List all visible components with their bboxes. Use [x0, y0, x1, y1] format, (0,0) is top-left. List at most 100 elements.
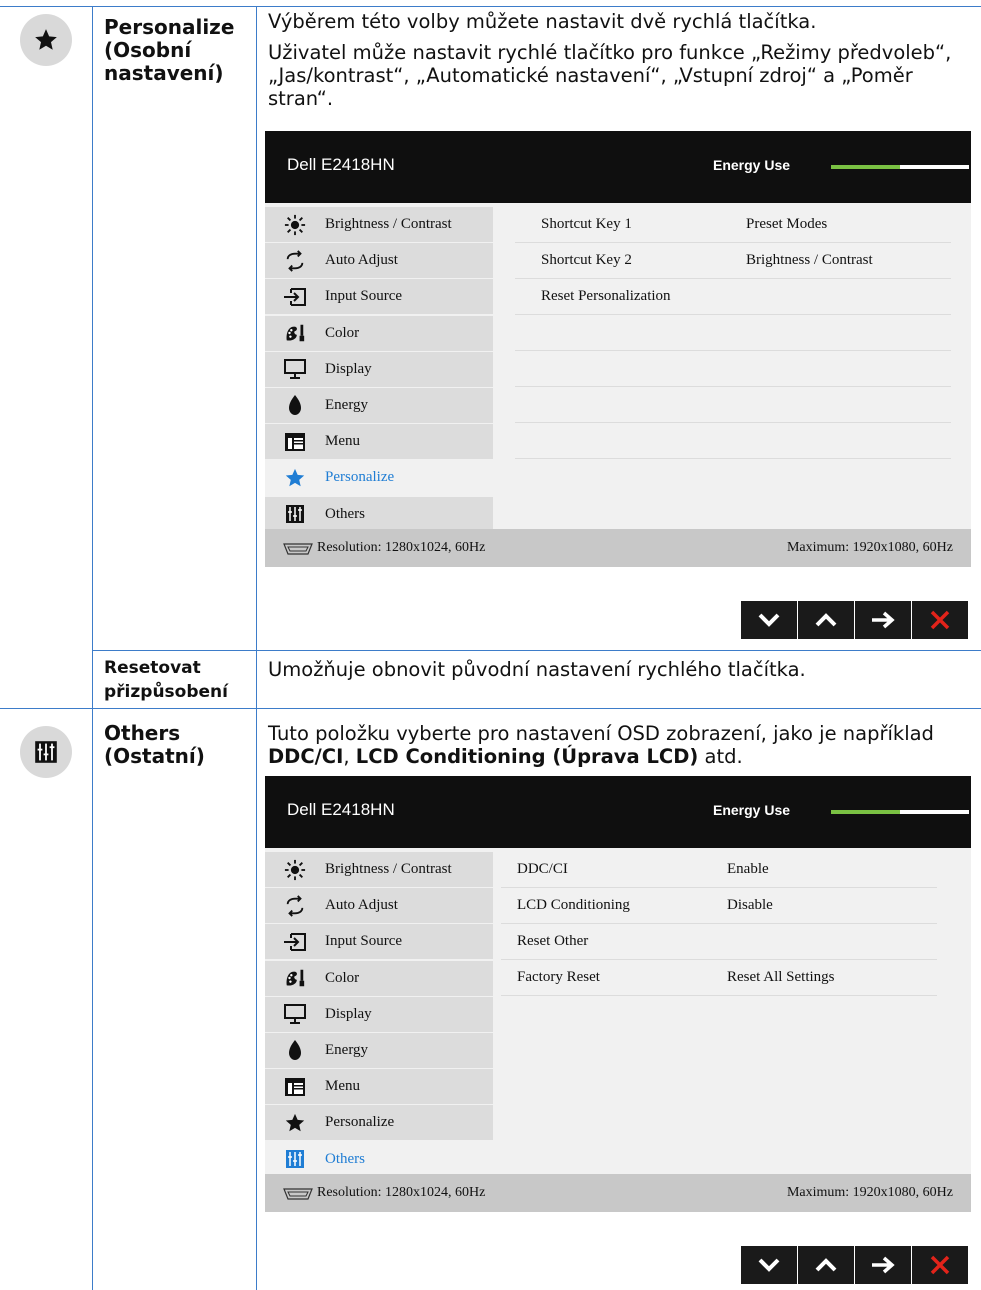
- energy-use-fill: [831, 810, 900, 814]
- menu-item-auto-adjust[interactable]: Auto Adjust: [265, 243, 493, 279]
- down-button[interactable]: [741, 601, 797, 639]
- menu-item-label: Brightness / Contrast: [325, 216, 452, 232]
- menu-item-input-source[interactable]: Input Source: [265, 924, 493, 960]
- menu-item-label: Others: [325, 1150, 365, 1167]
- menu-item-display[interactable]: Display: [265, 996, 493, 1032]
- menu-item-brightness[interactable]: Brightness / Contrast: [265, 852, 493, 887]
- enter-button[interactable]: [855, 601, 911, 639]
- option-value: Disable: [727, 897, 773, 913]
- exit-button[interactable]: [912, 1246, 968, 1284]
- menu-item-others[interactable]: Others: [265, 1141, 493, 1177]
- up-button[interactable]: [798, 1246, 854, 1284]
- menu-item-label: Energy: [325, 1041, 369, 1058]
- option-row[interactable]: DDC/CI Enable: [501, 852, 937, 888]
- option-row-empty: [515, 459, 951, 494]
- table-top-rule: [0, 6, 981, 7]
- menu-item-display[interactable]: Display: [265, 351, 493, 387]
- auto-adjust-icon: [265, 249, 325, 272]
- exit-button[interactable]: [912, 601, 968, 639]
- osd-body: Brightness / Contrast Auto Adjust Input …: [265, 848, 971, 1177]
- others-desc-suffix: atd.: [698, 745, 743, 768]
- menu-item-label: Display: [325, 1005, 372, 1022]
- menu-item-label: Display: [325, 360, 372, 377]
- brightness-icon: [265, 859, 325, 881]
- down-button[interactable]: [741, 1246, 797, 1284]
- option-row-empty: [515, 315, 951, 351]
- menu-item-personalize[interactable]: Personalize: [265, 460, 493, 496]
- osd-body: Brightness / Contrast Auto Adjust Input …: [265, 203, 971, 532]
- up-button[interactable]: [798, 601, 854, 639]
- option-row[interactable]: Shortcut Key 2 Brightness / Contrast: [515, 243, 951, 279]
- option-name: Shortcut Key 2: [541, 252, 632, 268]
- option-value: Reset All Settings: [727, 969, 835, 985]
- menu-item-label: Others: [325, 505, 365, 522]
- maximum-resolution-text: Maximum: 1920x1080, 60Hz: [786, 540, 953, 555]
- menu-icon: [265, 1077, 325, 1097]
- menu-item-energy[interactable]: Energy: [265, 1032, 493, 1068]
- option-row[interactable]: Reset Personalization: [515, 279, 951, 315]
- resolution-text: Resolution: 1280x1024, 60Hz: [317, 540, 486, 555]
- color-icon: [265, 322, 325, 344]
- option-name: Factory Reset: [517, 969, 600, 985]
- reset-personalization-description: Umožňuje obnovit původní nastavení rychl…: [268, 658, 806, 681]
- menu-item-color[interactable]: Color: [265, 315, 493, 351]
- personalize-desc-p2: Uživatel může nastavit rychlé tlačítko p…: [268, 41, 952, 110]
- menu-icon: [265, 432, 325, 452]
- menu-item-menu[interactable]: Menu: [265, 424, 493, 460]
- menu-item-label: Color: [325, 969, 360, 986]
- menu-item-label: Brightness / Contrast: [325, 861, 452, 877]
- option-row[interactable]: Reset Other: [501, 924, 937, 960]
- option-value: Preset Modes: [746, 216, 828, 232]
- menu-item-color[interactable]: Color: [265, 960, 493, 996]
- menu-item-energy[interactable]: Energy: [265, 387, 493, 423]
- personalize-description: Výběrem této volby můžete nastavit dvě r…: [268, 10, 968, 118]
- menu-item-label: Auto Adjust: [325, 252, 398, 269]
- resolution-text: Resolution: 1280x1024, 60Hz: [317, 1185, 486, 1200]
- osd-header: Dell E2418HN Energy Use: [265, 776, 971, 848]
- menu-item-label: Personalize: [325, 1114, 395, 1131]
- osd-options: DDC/CI Enable LCD Conditioning Disable R…: [501, 852, 937, 996]
- personalize-desc-p1: Výběrem této volby můžete nastavit dvě r…: [268, 10, 817, 33]
- star-icon: [265, 1112, 325, 1134]
- others-icon: [265, 504, 325, 524]
- auto-adjust-icon: [265, 894, 325, 917]
- color-icon: [265, 967, 325, 989]
- option-name: Reset Other: [517, 933, 589, 949]
- menu-item-label: Input Source: [325, 933, 403, 950]
- menu-item-input-source[interactable]: Input Source: [265, 279, 493, 315]
- osd-options: Shortcut Key 1 Preset Modes Shortcut Key…: [515, 207, 951, 494]
- menu-item-brightness[interactable]: Brightness / Contrast: [265, 207, 493, 242]
- osd-others: Dell E2418HN Energy Use Brightness / Con…: [265, 776, 971, 1212]
- energy-use-bar: [831, 165, 969, 169]
- ddc-ci-term: DDC/CI: [268, 745, 344, 768]
- others-label: Others (Ostatní): [104, 721, 205, 768]
- menu-item-others[interactable]: Others: [265, 496, 493, 532]
- option-row[interactable]: Factory Reset Reset All Settings: [501, 960, 937, 996]
- display-icon: [265, 1003, 325, 1025]
- menu-item-label: Input Source: [325, 288, 403, 305]
- energy-use-bar: [831, 810, 969, 814]
- option-name: LCD Conditioning: [517, 897, 630, 913]
- table-row-rule-1: [92, 650, 981, 651]
- input-source-icon: [265, 287, 325, 307]
- option-row[interactable]: Shortcut Key 1 Preset Modes: [515, 207, 951, 243]
- menu-item-menu[interactable]: Menu: [265, 1069, 493, 1105]
- option-value: Brightness / Contrast: [746, 252, 873, 268]
- menu-item-label: Personalize: [325, 469, 395, 486]
- osd-personalize: Dell E2418HN Energy Use Brightness / Con…: [265, 131, 971, 567]
- option-row-empty: [515, 423, 951, 459]
- enter-button[interactable]: [855, 1246, 911, 1284]
- menu-item-auto-adjust[interactable]: Auto Adjust: [265, 888, 493, 924]
- others-icon: [20, 726, 72, 778]
- osd-model-name: Dell E2418HN: [287, 155, 395, 174]
- lcd-conditioning-term: LCD Conditioning (Úprava LCD): [355, 745, 699, 768]
- energy-use-label: Energy Use: [713, 157, 791, 173]
- energy-use-fill: [831, 165, 900, 169]
- menu-item-personalize[interactable]: Personalize: [265, 1105, 493, 1141]
- option-row[interactable]: LCD Conditioning Disable: [501, 888, 937, 924]
- vga-connector-icon: [281, 542, 315, 561]
- vga-connector-icon: [281, 1187, 315, 1206]
- menu-item-label: Color: [325, 324, 360, 341]
- osd-nav-buttons: [741, 601, 968, 639]
- osd-header: Dell E2418HN Energy Use: [265, 131, 971, 203]
